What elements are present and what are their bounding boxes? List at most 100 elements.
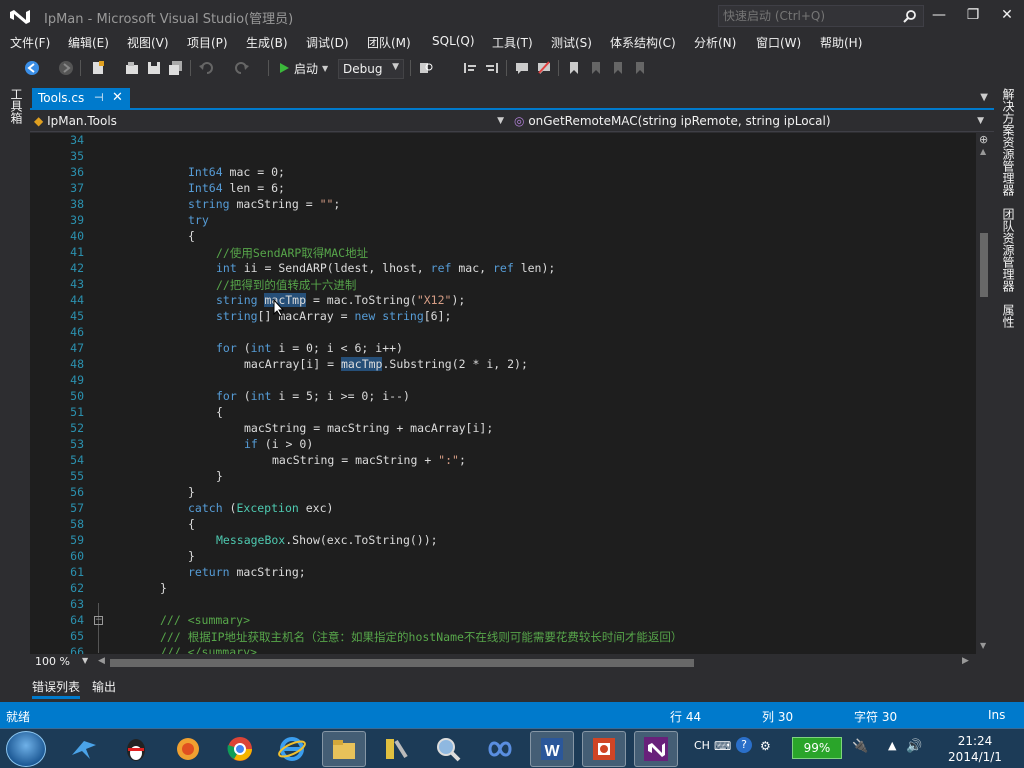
menu-edit[interactable]: 编辑(E): [68, 34, 109, 51]
tab-tools-cs[interactable]: Tools.cs ⊣ ✕: [32, 88, 130, 110]
split-icon[interactable]: ⊕: [979, 133, 988, 146]
align-right-icon[interactable]: [482, 58, 502, 78]
uncomment-icon[interactable]: [534, 58, 554, 78]
menu-debug[interactable]: 调试(D): [306, 34, 349, 51]
help-icon[interactable]: ?: [736, 737, 752, 753]
code-line: {: [188, 517, 195, 531]
menu-test[interactable]: 测试(S): [551, 34, 592, 51]
tab-list-dropdown-icon[interactable]: ▼: [980, 92, 988, 103]
line-number: 39: [70, 213, 84, 227]
code-line: try: [188, 213, 209, 227]
line-number: 63: [70, 597, 84, 611]
menu-analyze[interactable]: 分析(N): [694, 34, 736, 51]
file-explorer-icon[interactable]: [322, 731, 366, 767]
powerpoint-icon[interactable]: [582, 731, 626, 767]
solution-explorer-tab[interactable]: 解决方案资源管理器: [1000, 88, 1017, 196]
search-icon[interactable]: [903, 9, 917, 23]
start-debugging-button[interactable]: 启动 ▼: [278, 58, 328, 78]
menu-window[interactable]: 窗口(W): [756, 34, 801, 51]
visual-studio-taskbar-icon[interactable]: [634, 731, 678, 767]
redo-icon[interactable]: [232, 58, 252, 78]
game-app-icon[interactable]: [166, 731, 210, 767]
bookmark-icon[interactable]: [564, 58, 584, 78]
scroll-up-icon[interactable]: ▲: [980, 147, 986, 156]
menu-team[interactable]: 团队(M): [367, 34, 411, 51]
properties-tab[interactable]: 属性: [1000, 304, 1017, 328]
close-tab-icon[interactable]: ✕: [112, 90, 123, 105]
previous-bookmark-icon[interactable]: [586, 58, 606, 78]
tab-output[interactable]: 输出: [92, 678, 116, 695]
menu-project[interactable]: 项目(P): [187, 34, 228, 51]
forward-icon[interactable]: [56, 58, 76, 78]
start-button[interactable]: [6, 731, 46, 767]
settings-tray-icon[interactable]: ⚙: [760, 739, 771, 753]
line-number: 58: [70, 517, 84, 531]
class-name: IpMan.Tools: [47, 114, 117, 128]
bird-app-icon[interactable]: [62, 731, 106, 767]
align-left-icon[interactable]: [460, 58, 480, 78]
next-bookmark-icon[interactable]: [608, 58, 628, 78]
restore-button[interactable]: ❐: [958, 4, 988, 26]
save-icon[interactable]: [144, 58, 164, 78]
mouse-cursor-icon: [273, 299, 285, 317]
zoom-dropdown[interactable]: 100 % ▼: [32, 655, 92, 671]
keyboard-icon[interactable]: ⌨: [714, 739, 731, 753]
quick-launch-input[interactable]: [719, 6, 899, 26]
search-app-icon[interactable]: [426, 731, 470, 767]
clock[interactable]: 21:24 2014/1/1: [936, 733, 1014, 765]
menu-file[interactable]: 文件(F): [10, 34, 50, 51]
tools-app-icon[interactable]: [374, 731, 418, 767]
line-number: 57: [70, 501, 84, 515]
menu-architecture[interactable]: 体系结构(C): [610, 34, 676, 51]
menu-tools[interactable]: 工具(T): [492, 34, 533, 51]
quick-launch-box[interactable]: [718, 5, 924, 27]
new-project-icon[interactable]: [88, 58, 108, 78]
clear-bookmarks-icon[interactable]: [630, 58, 650, 78]
menu-help[interactable]: 帮助(H): [820, 34, 862, 51]
members-dropdown[interactable]: ◎ onGetRemoteMAC(string ipRemote, string…: [514, 114, 990, 132]
horizontal-scroll-thumb[interactable]: [110, 659, 694, 667]
battery-level: 99%: [803, 741, 831, 755]
menu-build[interactable]: 生成(B): [246, 34, 288, 51]
minimize-button[interactable]: —: [924, 4, 954, 26]
types-dropdown[interactable]: ◆ IpMan.Tools ▼: [34, 114, 510, 132]
vertical-scrollbar[interactable]: ⊕ ▲ ▼: [976, 133, 992, 654]
toolbox-tab[interactable]: 工具箱: [8, 88, 25, 124]
internet-explorer-icon[interactable]: [270, 731, 314, 767]
team-explorer-tab[interactable]: 团队资源管理器: [1000, 208, 1017, 292]
code-line: return macString;: [188, 565, 306, 579]
infinity-app-icon[interactable]: [478, 731, 522, 767]
open-file-icon[interactable]: [122, 58, 142, 78]
pin-icon[interactable]: ⊣: [94, 91, 104, 104]
show-hidden-icons-icon[interactable]: ▲: [888, 739, 896, 752]
chrome-icon[interactable]: [218, 731, 262, 767]
qq-penguin-icon[interactable]: [114, 731, 158, 767]
solution-configuration-dropdown[interactable]: Debug ▼: [338, 59, 404, 79]
back-icon[interactable]: [22, 58, 42, 78]
scroll-right-icon[interactable]: ▶: [962, 656, 969, 666]
battery-indicator[interactable]: 99%: [792, 737, 842, 759]
chevron-down-icon: ▼: [977, 116, 984, 126]
line-number: 51: [70, 405, 84, 419]
find-in-files-icon[interactable]: [416, 58, 436, 78]
word-icon[interactable]: W: [530, 731, 574, 767]
language-indicator[interactable]: CH: [694, 739, 710, 752]
save-all-icon[interactable]: [166, 58, 186, 78]
scroll-down-icon[interactable]: ▼: [980, 641, 986, 650]
comment-icon[interactable]: [512, 58, 532, 78]
code-line: Int64 len = 6;: [188, 181, 285, 195]
close-window-button[interactable]: ✕: [992, 4, 1022, 26]
undo-icon[interactable]: [196, 58, 216, 78]
tab-error-list[interactable]: 错误列表: [32, 678, 80, 695]
outline-guide: [98, 603, 99, 653]
svg-text:W: W: [544, 743, 560, 760]
right-tool-rail: 解决方案资源管理器 团队资源管理器 属性: [994, 84, 1024, 702]
power-plug-icon[interactable]: 🔌: [852, 739, 868, 754]
code-editor[interactable]: 34 35 36 37 38 39 40 41 42 43 44 45 46 47 48 49 50 51 52 53…: [30, 133, 976, 654]
scroll-left-icon[interactable]: ◀: [98, 656, 105, 666]
menu-sql[interactable]: SQL(Q): [432, 34, 475, 48]
menu-view[interactable]: 视图(V): [127, 34, 169, 51]
zoom-value: 100 %: [35, 655, 70, 668]
vertical-scroll-thumb[interactable]: [980, 233, 988, 297]
volume-icon[interactable]: 🔊: [906, 739, 922, 754]
